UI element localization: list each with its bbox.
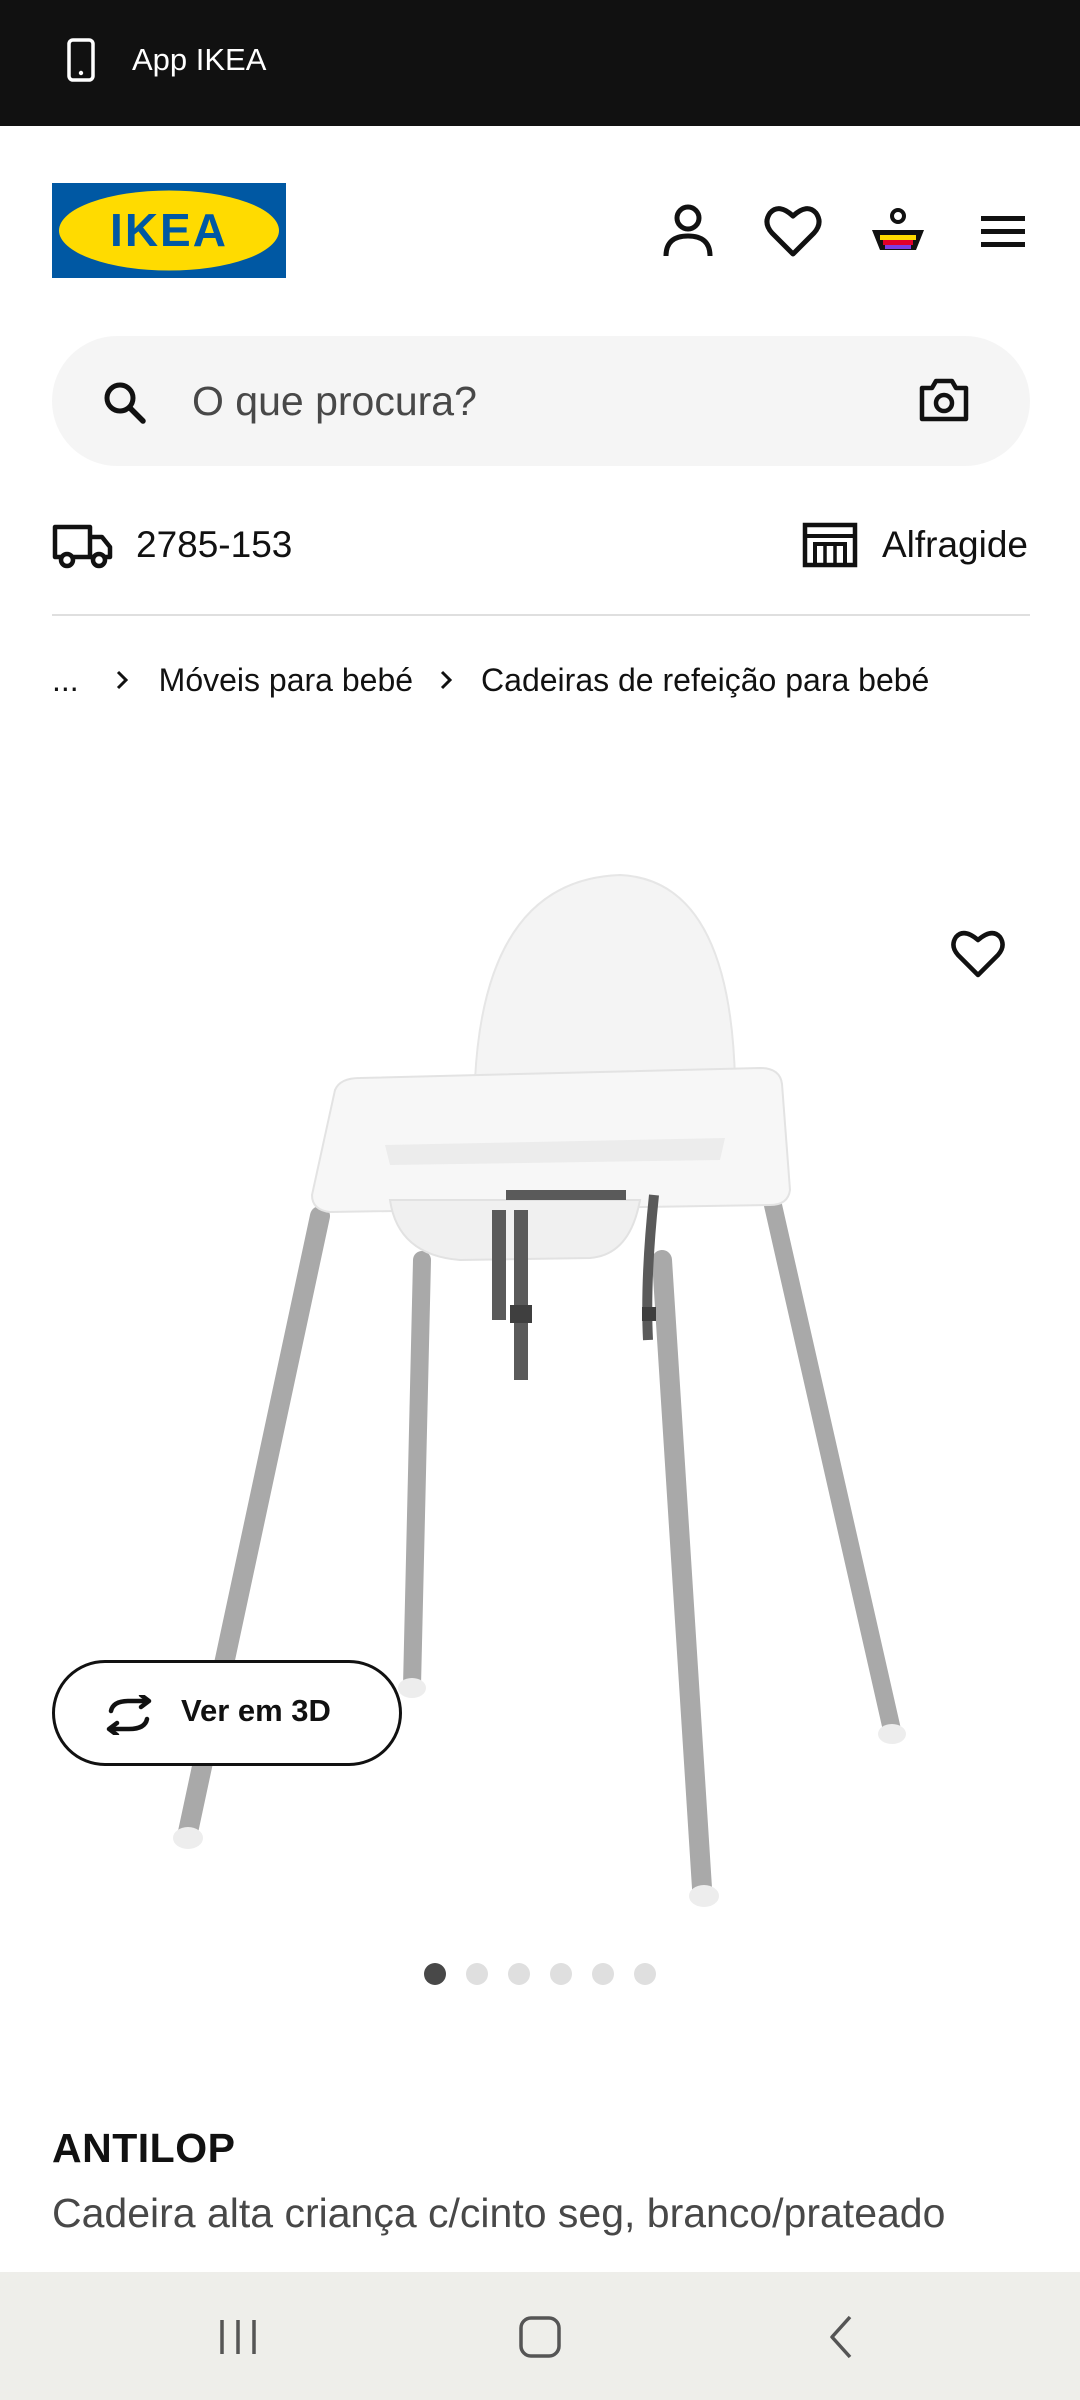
menu-icon[interactable] [973,198,1033,264]
recent-apps-icon[interactable] [213,2312,263,2362]
svg-text:IKEA: IKEA [110,204,228,256]
breadcrumb-ellipsis[interactable]: ... [52,662,79,699]
store-icon [802,522,858,568]
rotate-3d-icon [106,1695,152,1735]
carousel-dot[interactable] [634,1963,656,1985]
delivery-postal-code[interactable]: 2785-153 [52,515,292,575]
product-name: ANTILOP [52,2125,236,2171]
postal-code-text: 2785-153 [136,524,293,565]
breadcrumb-item[interactable]: Cadeiras de refeição para bebé [481,662,929,699]
smartphone-icon [67,38,95,82]
search-bar[interactable] [52,336,1030,466]
home-icon[interactable] [515,2312,565,2362]
carousel-dot[interactable] [508,1963,530,1985]
carousel-dot[interactable] [466,1963,488,1985]
carousel-dot[interactable] [424,1963,446,1985]
carousel-dot[interactable] [550,1963,572,1985]
heart-icon[interactable] [763,198,823,264]
search-icon [104,382,146,424]
product-description: Cadeira alta criança c/cinto seg, branco… [52,2190,946,2236]
carousel-dot[interactable] [592,1963,614,1985]
back-icon[interactable] [818,2312,868,2362]
search-input[interactable] [192,366,892,436]
image-carousel-indicator [424,1963,656,1985]
ikea-logo[interactable]: IKEA [52,183,286,278]
app-banner[interactable]: App IKEA [0,0,1080,126]
view-3d-button[interactable]: Ver em 3D [52,1660,402,1766]
app-banner-title: App IKEA [132,42,267,77]
view-3d-label: Ver em 3D [181,1693,331,1728]
user-icon[interactable] [658,198,718,264]
store-name: Alfragide [881,524,1028,565]
breadcrumb-item[interactable]: Móveis para bebé [159,662,413,699]
divider [52,614,1030,616]
breadcrumb: ... Móveis para bebé Cadeiras de refeiçã… [52,655,929,705]
system-navigation-bar [0,2272,1080,2400]
chevron-right-icon [440,670,453,690]
camera-icon[interactable] [918,376,970,424]
add-to-favorites-icon[interactable] [950,925,1006,981]
ikea-logo-graphic: IKEA [52,183,286,278]
shopping-basket-icon[interactable] [868,198,928,264]
store-selector[interactable]: Alfragide [802,515,1028,575]
delivery-truck-icon [52,524,113,569]
chevron-right-icon [116,670,128,690]
